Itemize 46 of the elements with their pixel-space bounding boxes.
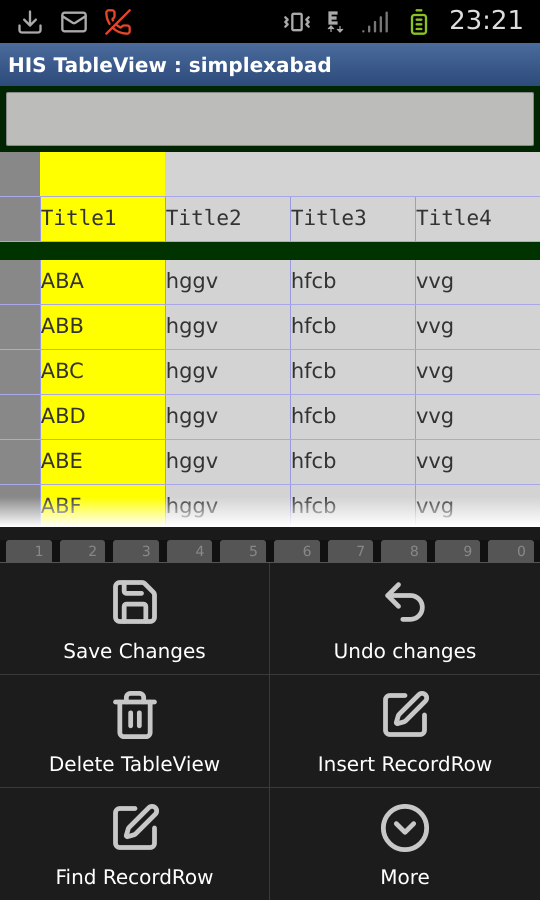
- table-cell: hggv: [164, 260, 290, 304]
- table-cell: ABA: [40, 260, 165, 304]
- table-cell: ABF: [40, 485, 165, 527]
- column-header[interactable]: Title2: [164, 197, 290, 241]
- input-field[interactable]: [6, 92, 534, 146]
- table-cell: ABD: [40, 395, 165, 439]
- menu-item[interactable]: More: [270, 788, 540, 900]
- row-header: [0, 440, 40, 484]
- table-cell: vvg: [414, 395, 540, 439]
- table-cell: hfcb: [290, 305, 415, 349]
- row-header: [0, 485, 40, 527]
- column-header[interactable]: Title3: [290, 197, 415, 241]
- row-header: [0, 260, 40, 304]
- table-cell: hggv: [164, 305, 290, 349]
- table-cell: hggv: [164, 440, 290, 484]
- column-header[interactable]: Title4: [414, 197, 540, 241]
- table-cell: hfcb: [290, 395, 415, 439]
- table-cell: vvg: [414, 350, 540, 394]
- row-header: [0, 152, 40, 196]
- data-arrows-icon: [327, 10, 346, 34]
- table-cell: hggv: [164, 350, 290, 394]
- table-cell: ABB: [40, 305, 165, 349]
- row-header: [0, 305, 40, 349]
- menu-item[interactable]: Save Changes: [0, 563, 270, 676]
- download-icon: [16, 8, 44, 36]
- table-cell: hfcb: [290, 260, 415, 304]
- more-icon: [379, 802, 431, 854]
- table-cell: ABE: [40, 440, 165, 484]
- window-title: HIS TableView : simplexabad: [8, 52, 332, 78]
- table-cell: vvg: [414, 260, 540, 304]
- clock: 23:21: [449, 5, 524, 38]
- table-cell: hfcb: [290, 440, 415, 484]
- missed-call-icon: [104, 8, 132, 36]
- table-cell: hfcb: [290, 350, 415, 394]
- column-header[interactable]: Title1: [40, 197, 165, 241]
- row-header: [0, 395, 40, 439]
- row-header: [0, 197, 40, 241]
- table-cell: vvg: [414, 440, 540, 484]
- table-cell: vvg: [414, 305, 540, 349]
- menu-item[interactable]: Insert RecordRow: [270, 675, 540, 788]
- row-header: [0, 350, 40, 394]
- menu-item[interactable]: Delete TableView: [0, 675, 270, 788]
- table-cell: ABC: [40, 350, 165, 394]
- table-cell: hggv: [164, 395, 290, 439]
- menu-item[interactable]: Find RecordRow: [0, 788, 270, 900]
- menu-item[interactable]: Undo changes: [270, 563, 540, 676]
